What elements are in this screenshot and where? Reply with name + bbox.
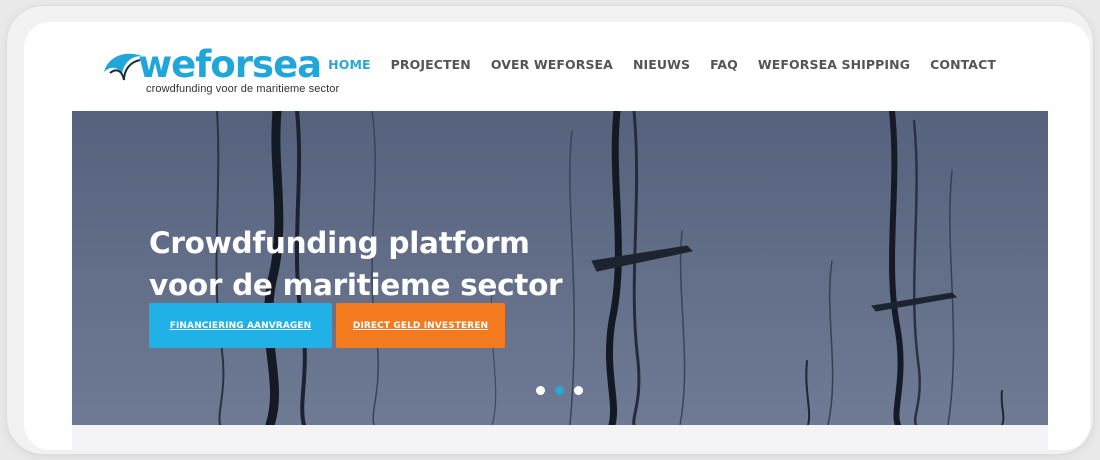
- slider-pagination: [536, 386, 583, 395]
- nav-over-weforsea[interactable]: OVER WEFORSEA: [491, 57, 613, 72]
- slider-dot-1[interactable]: [536, 386, 545, 395]
- hero-title-line2: voor de maritieme sector: [149, 268, 563, 302]
- nav-contact[interactable]: CONTACT: [930, 57, 996, 72]
- site-logo[interactable]: weforsea crowdfunding voor de maritieme …: [102, 42, 342, 100]
- logo-tagline: crowdfunding voor de maritieme sector: [146, 83, 340, 95]
- nav-nieuws[interactable]: NIEUWS: [633, 57, 690, 72]
- device-frame: weforsea crowdfunding voor de maritieme …: [7, 6, 1093, 454]
- browser-viewport: weforsea crowdfunding voor de maritieme …: [24, 22, 1090, 450]
- hero-title: Crowdfunding platform voor de maritieme …: [149, 222, 563, 306]
- nav-faq[interactable]: FAQ: [710, 57, 738, 72]
- nav-projecten[interactable]: PROJECTEN: [391, 57, 471, 72]
- logo-wordmark: weforsea: [138, 43, 322, 86]
- hero-slider: Crowdfunding platform voor de maritieme …: [72, 111, 1048, 425]
- financiering-aanvragen-button[interactable]: FINANCIERING AANVRAGEN: [149, 303, 332, 348]
- main-nav: HOME PROJECTEN OVER WEFORSEA NIEUWS FAQ …: [328, 57, 996, 72]
- slider-dot-3[interactable]: [574, 386, 583, 395]
- hero-title-line1: Crowdfunding platform: [149, 226, 530, 260]
- slider-dot-2[interactable]: [555, 386, 564, 395]
- nav-home[interactable]: HOME: [328, 57, 370, 72]
- nav-weforsea-shipping[interactable]: WEFORSEA SHIPPING: [758, 57, 910, 72]
- direct-geld-investeren-button[interactable]: DIRECT GELD INVESTEREN: [336, 303, 505, 348]
- content-section: [72, 425, 1048, 450]
